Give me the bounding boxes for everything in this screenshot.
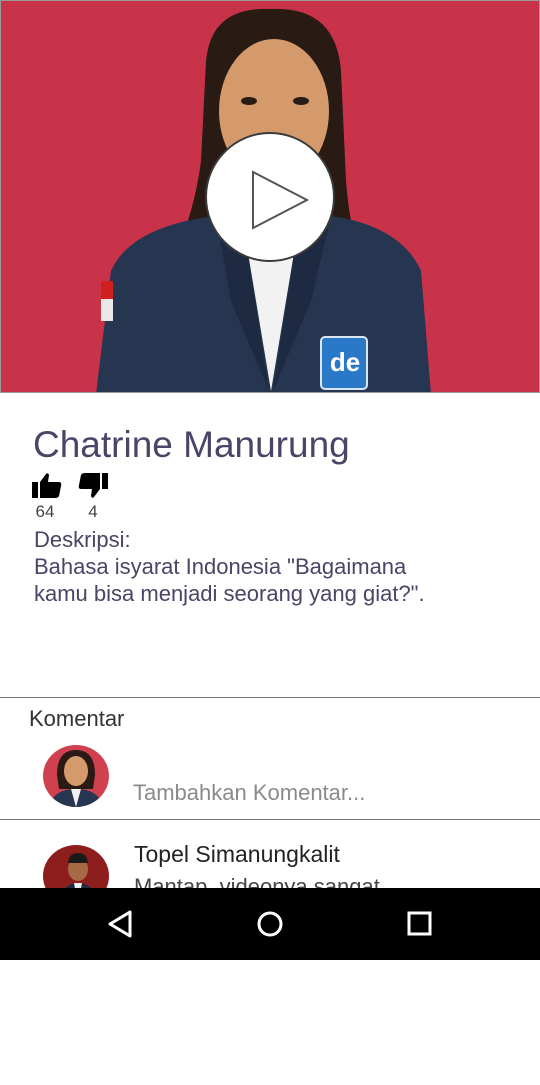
dislike-button[interactable] bbox=[78, 473, 108, 504]
divider bbox=[0, 697, 540, 698]
like-button[interactable] bbox=[32, 472, 62, 503]
current-user-avatar bbox=[43, 745, 109, 807]
system-navigation-bar bbox=[0, 888, 540, 960]
add-comment-input[interactable] bbox=[133, 780, 513, 806]
comment-author: Topel Simanungkalit bbox=[134, 841, 340, 867]
play-icon bbox=[252, 170, 310, 230]
recents-button[interactable] bbox=[380, 888, 460, 960]
likes-count: 64 bbox=[35, 502, 55, 521]
play-button[interactable] bbox=[205, 132, 335, 262]
thumbs-up-icon bbox=[32, 473, 62, 498]
home-button[interactable] bbox=[230, 888, 310, 960]
recents-square-icon bbox=[407, 911, 432, 936]
description-text: Bahasa isyarat Indonesia "Bagaimana kamu… bbox=[34, 554, 425, 606]
video-thumbnail[interactable]: de bbox=[0, 0, 540, 393]
back-button[interactable] bbox=[80, 888, 160, 960]
comments-title: Komentar bbox=[29, 706, 125, 731]
video-title: Chatrine Manurung bbox=[33, 424, 350, 465]
dislikes-count: 4 bbox=[88, 502, 98, 521]
thumbs-down-icon bbox=[78, 473, 108, 498]
divider bbox=[0, 819, 540, 820]
home-circle-icon bbox=[257, 911, 283, 937]
back-triangle-icon bbox=[108, 910, 132, 938]
description-label: Deskripsi: bbox=[34, 527, 131, 552]
badge-text: de bbox=[329, 347, 361, 377]
